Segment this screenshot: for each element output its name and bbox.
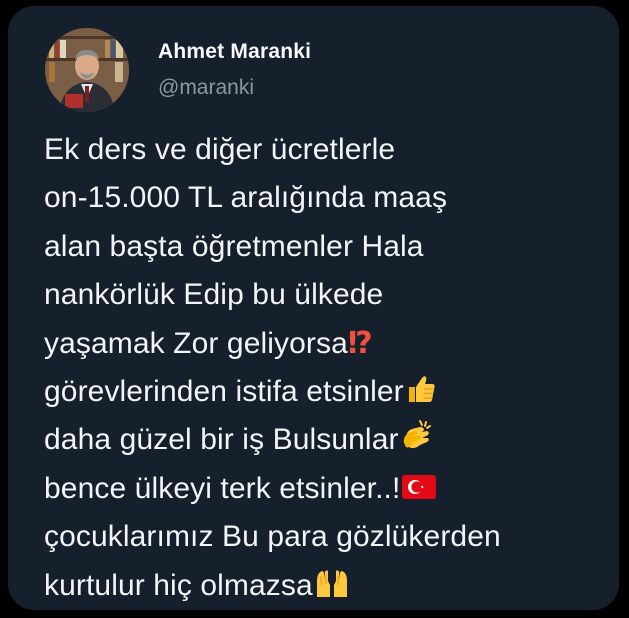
tweet-line-7: daha güzel bir iş Bulsunlar (44, 423, 399, 457)
tweet-line-3: alan başta öğretmenler Hala (44, 229, 424, 263)
tweet-line-6: görevlerinden istifa etsinler (44, 375, 404, 409)
tweet-line-8: bence ülkeyi terk etsinler..! (44, 471, 401, 505)
tweet-line-4: nankörlük Edip bu ülkede (44, 278, 384, 312)
interrobang-emoji: ⁉ (347, 326, 373, 360)
tweet-line-8-wrap: bence ülkeyi terk etsinler..! (44, 465, 614, 513)
tweet-line-5-wrap: yaşamak Zor geliyorsa⁉ (44, 320, 614, 368)
tweet-line-10-wrap: kurtulur hiç olmazsa (44, 562, 614, 610)
clapping-hands-icon (400, 419, 434, 453)
raising-hands-icon (314, 567, 350, 599)
tweet-line-7-wrap: daha güzel bir iş Bulsunlar (44, 416, 614, 464)
tweet-line-1: Ek ders ve diğer ücretlerle (44, 133, 396, 166)
turkey-flag-icon (401, 472, 437, 502)
tweet-line-2: on-15.000 TL aralığında maaş (44, 181, 448, 215)
tweet-line-10: kurtulur hiç olmazsa (44, 568, 313, 602)
tweet-line-9: çocuklarımız Bu para gözlükerden (44, 520, 501, 554)
tweet-line-6-wrap: görevlerinden istifa etsinler (44, 368, 614, 416)
tweet-body: Ek ders ve diğer ücretlerle on-15.000 TL… (44, 126, 614, 610)
author-display-name[interactable]: Ahmet Maranki (158, 40, 311, 64)
author-avatar[interactable] (45, 28, 129, 112)
tweet-card: Ahmet Maranki @maranki Ek ders ve diğer … (8, 6, 619, 610)
thumbs-up-icon (405, 373, 437, 405)
author-handle[interactable]: @maranki (158, 76, 254, 100)
tweet-line-5: yaşamak Zor geliyorsa (44, 326, 348, 360)
